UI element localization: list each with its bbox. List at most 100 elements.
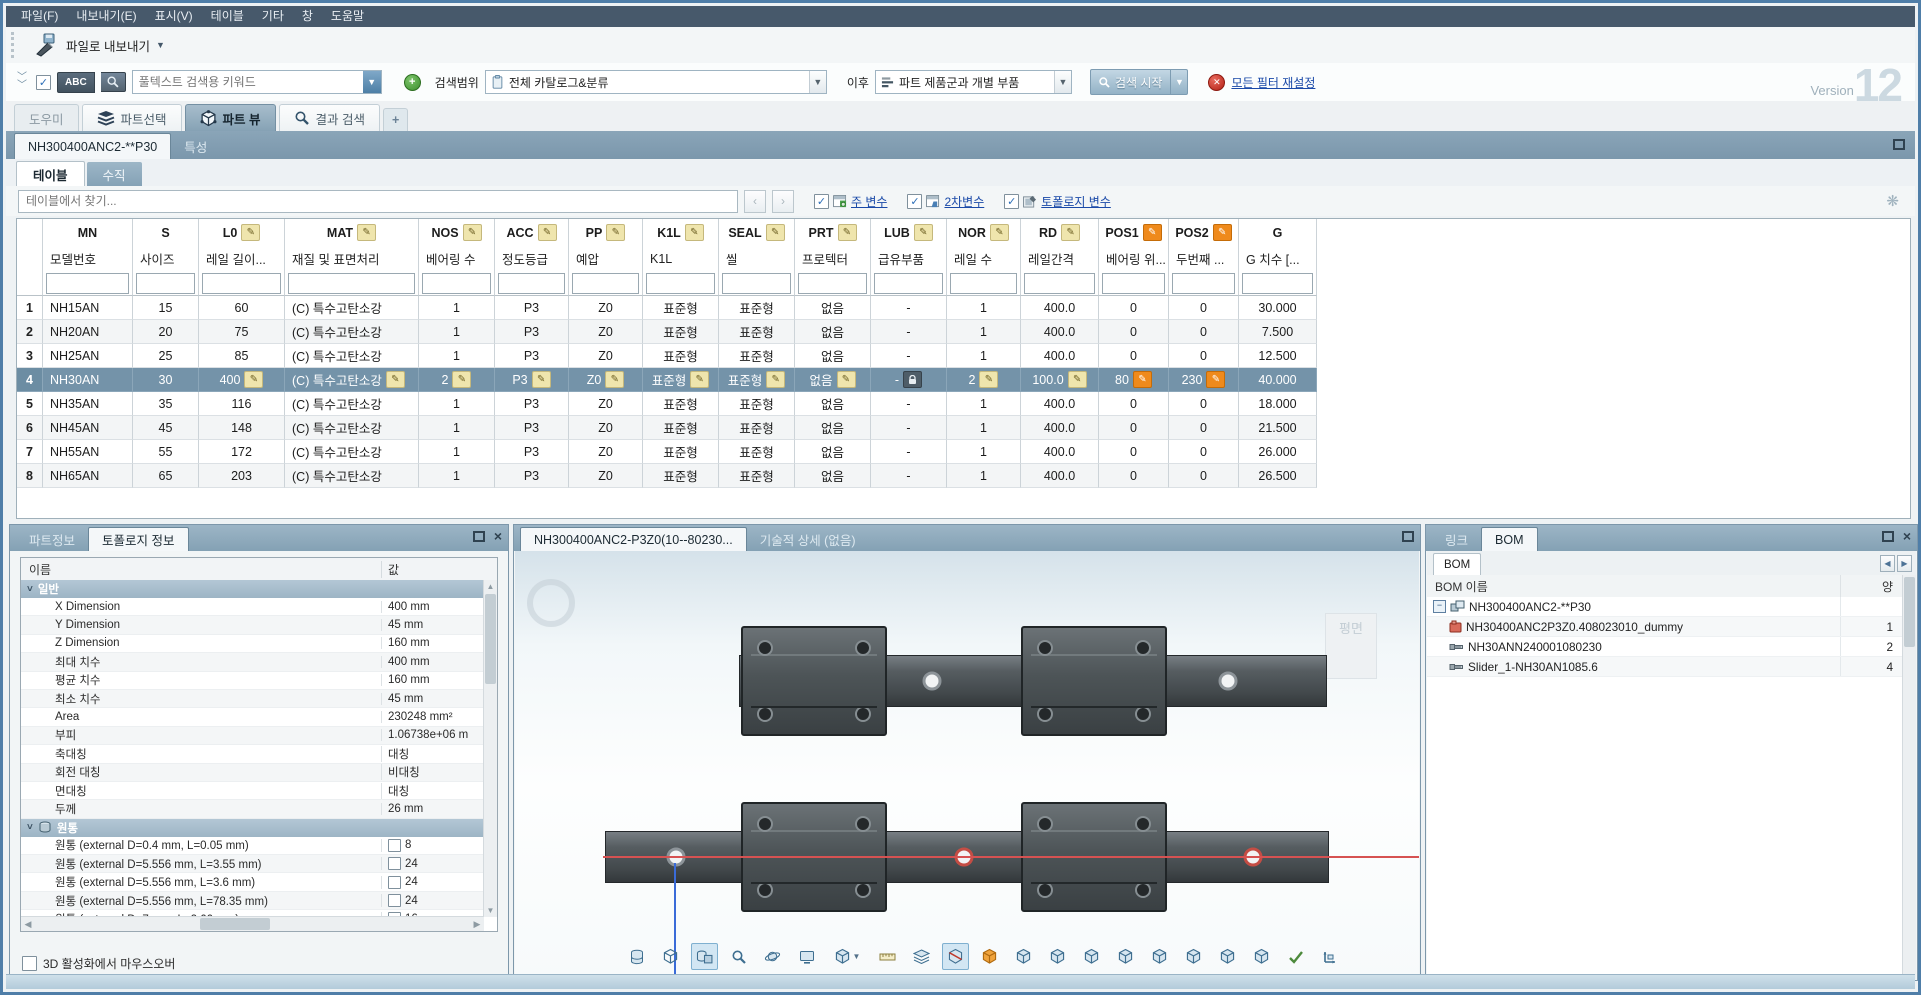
table-cell[interactable]: NH55AN	[43, 440, 133, 464]
lock-icon[interactable]	[903, 371, 922, 388]
property-row[interactable]: 원통 (external D=5.556 mm, L=3.6 mm)24	[21, 873, 484, 891]
table-row[interactable]: 3NH25AN2585(C) 특수고탄소강1P3Z0표준형표준형없음-1400.…	[17, 344, 1910, 368]
reset-filters-icon[interactable]: ✕	[1208, 74, 1225, 91]
table-cell[interactable]: 없음	[795, 320, 871, 344]
edit-pencil-icon[interactable]: ✎	[538, 224, 557, 241]
database-icon[interactable]	[623, 943, 650, 970]
table-cell[interactable]: 172	[199, 440, 285, 464]
table-cell[interactable]: 60	[199, 296, 285, 320]
table-cell[interactable]: 표준형	[719, 440, 795, 464]
filter-input-PP[interactable]	[572, 273, 639, 294]
edit-pencil-icon[interactable]: ✎	[766, 224, 785, 241]
find-in-table-field[interactable]	[18, 190, 738, 213]
table-cell[interactable]: 0	[1099, 440, 1169, 464]
table-cell[interactable]: 표준형	[643, 416, 719, 440]
topology-vars-filter[interactable]: 토폴로지 변수	[1004, 193, 1111, 210]
bom-row[interactable]: Slider_1-NH30AN1085.64	[1427, 657, 1903, 677]
property-row[interactable]: 축대칭대칭	[21, 745, 484, 763]
tab-vertical-view[interactable]: 수직	[87, 162, 142, 186]
table-cell[interactable]: 2✎	[947, 368, 1021, 392]
chevron-down-icon[interactable]: ˅	[27, 822, 33, 833]
chevron-down-icon[interactable]: ˅	[27, 584, 33, 595]
table-cell[interactable]: 0	[1099, 296, 1169, 320]
column-header-MAT[interactable]: MAT✎	[285, 219, 419, 246]
after-combo[interactable]: 파트 제품군과 개별 부품 ▼	[875, 70, 1072, 94]
table-cell[interactable]: NH45AN	[43, 416, 133, 440]
table-cell[interactable]: 표준형	[719, 296, 795, 320]
scroll-up-icon[interactable]: ▲	[484, 580, 497, 593]
table-cell[interactable]: 1	[419, 416, 495, 440]
table-row[interactable]: 4NH30AN30400✎(C) 특수고탄소강✎2✎P3✎Z0✎표준형✎표준형✎…	[17, 368, 1910, 392]
bom-subtab[interactable]: BOM	[1433, 553, 1481, 575]
table-cell[interactable]: 25	[133, 344, 199, 368]
filter-input-L0[interactable]	[202, 273, 281, 294]
scroll-down-icon[interactable]: ▼	[484, 904, 497, 917]
table-cell[interactable]: 없음	[795, 296, 871, 320]
secondary-vars-filter[interactable]: 2차변수	[907, 193, 984, 210]
property-group-일반[interactable]: ˅일반	[21, 580, 484, 598]
table-cell[interactable]: 1	[419, 464, 495, 488]
property-group-원통[interactable]: ˅원통	[21, 819, 484, 837]
property-row[interactable]: 원통 (external D=5.556 mm, L=78.35 mm)24	[21, 892, 484, 910]
edit-pencil-icon[interactable]: ✎	[357, 224, 376, 241]
view-iso2-icon[interactable]	[1044, 943, 1071, 970]
table-cell[interactable]: 26.500	[1239, 464, 1317, 488]
abc-toggle-button[interactable]: ABC	[57, 72, 95, 93]
scroll-right-icon[interactable]: ▶	[470, 919, 484, 930]
table-cell[interactable]: 1	[419, 344, 495, 368]
table-cell[interactable]: 표준형	[643, 392, 719, 416]
table-cell[interactable]: 표준형	[719, 416, 795, 440]
search-mode-button[interactable]	[101, 72, 126, 92]
column-header-MN[interactable]: MN	[43, 219, 133, 246]
close-icon[interactable]: ×	[1903, 531, 1911, 542]
filter-input-S[interactable]	[136, 273, 195, 294]
edit-pencil-icon[interactable]: ✎	[838, 224, 857, 241]
tab-topology-info[interactable]: 토폴로지 정보	[88, 527, 188, 551]
table-cell[interactable]: -	[871, 344, 947, 368]
bom-row[interactable]: NH30400ANC2P3Z0.408023010_dummy1	[1427, 617, 1903, 637]
keyword-search-input[interactable]	[133, 75, 363, 89]
edit-pencil-icon[interactable]: ✎	[463, 224, 482, 241]
column-header-SEAL[interactable]: SEAL✎	[719, 219, 795, 246]
solid-view-icon[interactable]	[691, 943, 718, 970]
tab-model-view[interactable]: NH300400ANC2-P3Z0(10--80230...	[520, 527, 747, 551]
property-row[interactable]: 평균 치수160 mm	[21, 672, 484, 690]
table-cell[interactable]: 400.0	[1021, 392, 1099, 416]
table-cell[interactable]: Z0	[569, 344, 643, 368]
table-cell[interactable]: 400.0	[1021, 464, 1099, 488]
table-cell[interactable]: (C) 특수고탄소강	[285, 440, 419, 464]
table-cell[interactable]: 203	[199, 464, 285, 488]
layers-icon[interactable]	[908, 943, 935, 970]
table-cell[interactable]: P3	[495, 464, 569, 488]
table-cell[interactable]: 없음✎	[795, 368, 871, 392]
menu-item-3[interactable]: 테이블	[202, 6, 253, 27]
table-cell[interactable]: 1	[947, 416, 1021, 440]
table-cell[interactable]: 18.000	[1239, 392, 1317, 416]
table-row[interactable]: 1NH15AN1560(C) 특수고탄소강1P3Z0표준형표준형없음-1400.…	[17, 296, 1910, 320]
table-cell[interactable]: (C) 특수고탄소강✎	[285, 368, 419, 392]
table-cell[interactable]: 0	[1169, 344, 1239, 368]
menu-item-0[interactable]: 파일(F)	[12, 6, 67, 27]
tab-part-info[interactable]: 파트정보	[16, 528, 88, 551]
find-next-button[interactable]: ›	[772, 190, 794, 213]
menu-item-1[interactable]: 내보내기(E)	[67, 6, 145, 27]
column-header-NOR[interactable]: NOR✎	[947, 219, 1021, 246]
filter-input-PRT[interactable]	[798, 273, 867, 294]
value-column-header[interactable]: 값	[381, 561, 484, 578]
table-cell[interactable]: 없음	[795, 464, 871, 488]
start-search-dropdown[interactable]: ▼	[1170, 70, 1187, 94]
maximize-icon[interactable]	[1882, 531, 1894, 542]
edit-pencil-icon[interactable]: ✎	[1061, 224, 1080, 241]
property-hscrollbar[interactable]: ◀ ▶	[21, 916, 484, 931]
table-cell[interactable]: -	[871, 320, 947, 344]
table-cell[interactable]: (C) 특수고탄소강	[285, 464, 419, 488]
table-cell[interactable]: NH15AN	[43, 296, 133, 320]
edit-pencil-icon[interactable]: ✎	[605, 371, 624, 388]
table-cell[interactable]: 400.0	[1021, 296, 1099, 320]
secondary-vars-checkbox[interactable]	[907, 194, 922, 209]
primary-vars-checkbox[interactable]	[814, 194, 829, 209]
tab-technical-details[interactable]: 기술적 상세 (없음)	[747, 528, 869, 551]
topology-checkbox[interactable]	[388, 876, 401, 889]
table-row[interactable]: 6NH45AN45148(C) 특수고탄소강1P3Z0표준형표준형없음-1400…	[17, 416, 1910, 440]
table-cell[interactable]: -	[871, 416, 947, 440]
